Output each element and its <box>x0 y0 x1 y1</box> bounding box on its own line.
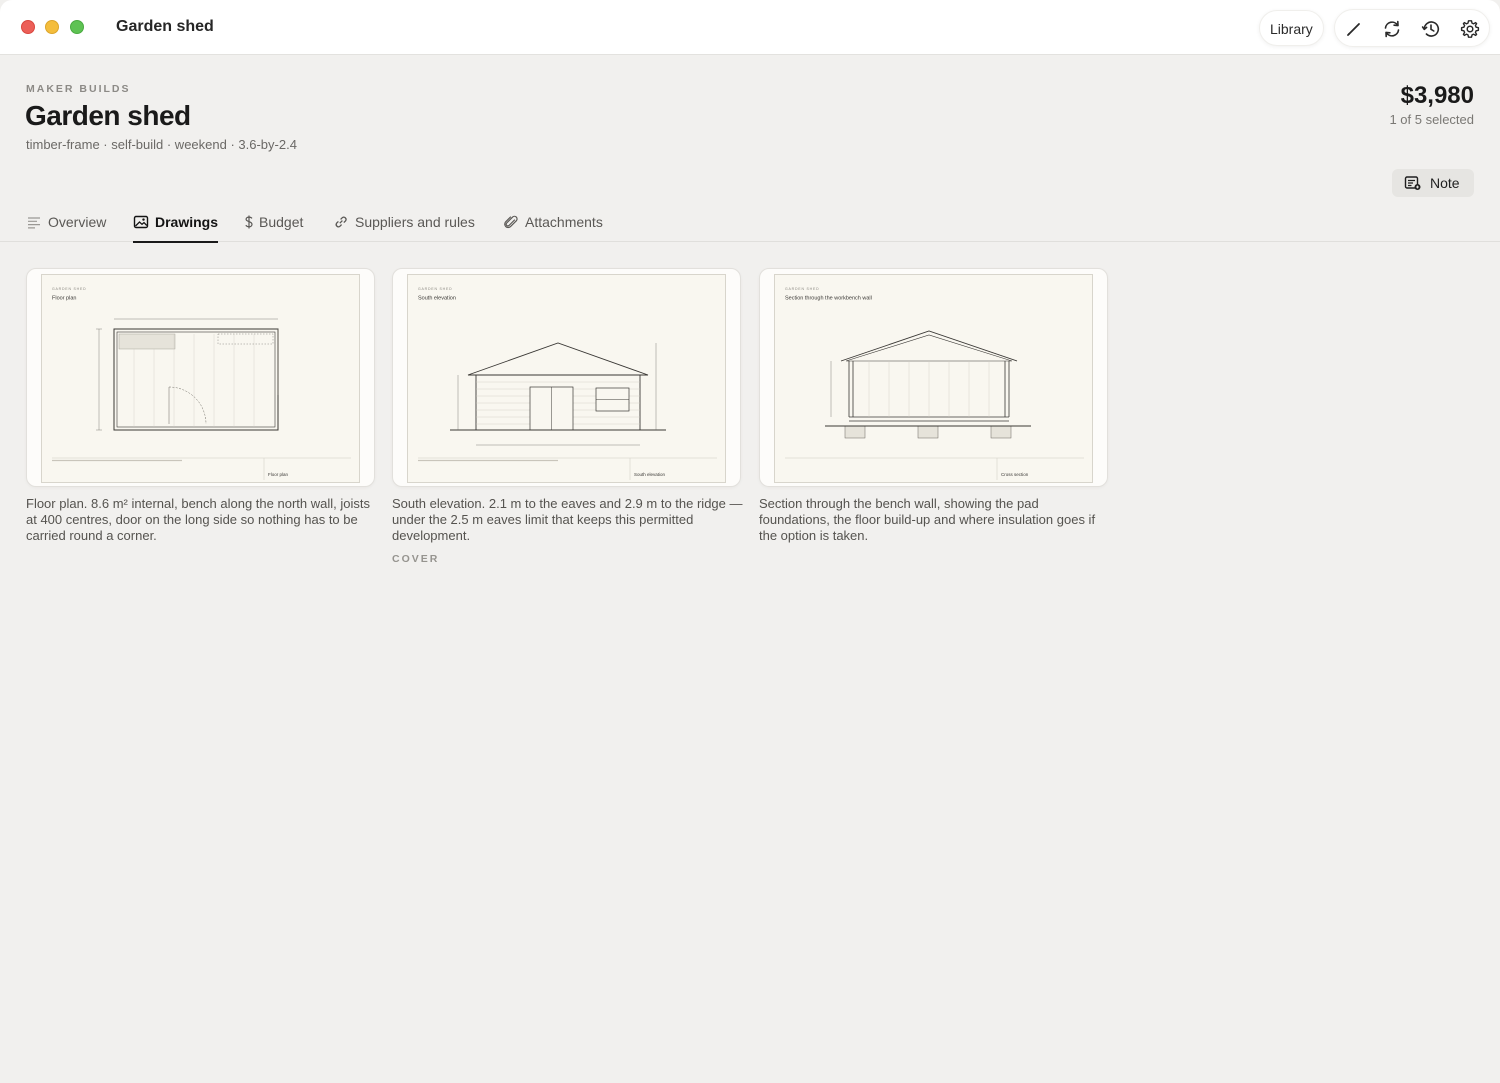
tab-suppliers-label: Suppliers and rules <box>355 214 475 230</box>
title-bar: Garden shed Library <box>0 0 1500 55</box>
drawing-sheet: GARDEN SHED Floor plan Floor plan <box>41 274 360 483</box>
tab-drawings-label: Drawings <box>155 214 219 230</box>
drawing-card-floor-plan[interactable]: GARDEN SHED Floor plan Floor plan <box>26 268 375 487</box>
section-eyebrow: MAKER BUILDS <box>26 83 131 95</box>
note-icon <box>1404 175 1422 191</box>
image-icon <box>133 215 149 229</box>
dollar-icon <box>244 215 254 229</box>
drawing-card-cross-section[interactable]: GARDEN SHED Section through the workbenc… <box>759 268 1108 487</box>
close-window-button[interactable] <box>21 20 35 34</box>
tab-drawings[interactable]: Drawings <box>133 214 219 243</box>
sync-icon[interactable] <box>1381 18 1403 40</box>
sheet-project-label: GARDEN SHED <box>418 287 452 291</box>
page-title: Garden shed <box>25 100 191 131</box>
tab-overview-label: Overview <box>48 214 107 230</box>
selection-count: 1 of 5 selected <box>1389 112 1474 127</box>
history-icon[interactable] <box>1420 18 1442 40</box>
drawing-caption-floor-plan: Floor plan. 8.6 m² internal, bench along… <box>26 496 370 543</box>
tab-bar: Overview Drawings Budget Suppliers and r… <box>0 206 1500 243</box>
pencil-icon[interactable] <box>1343 18 1365 40</box>
sheet-project-label: GARDEN SHED <box>52 287 86 291</box>
sheet-title: Section through the workbench wall <box>785 296 872 302</box>
sheet-title: Floor plan <box>52 296 76 302</box>
tab-budget-label: Budget <box>259 214 304 230</box>
tab-attachments-label: Attachments <box>525 214 603 230</box>
titleblock-label: South elevation <box>634 472 666 477</box>
minimize-window-button[interactable] <box>45 20 59 34</box>
window-title: Garden shed <box>116 18 214 35</box>
note-button-label: Note <box>1430 175 1460 191</box>
tab-suppliers[interactable]: Suppliers and rules <box>333 214 475 242</box>
toolbar-icon-group <box>1334 9 1490 47</box>
sheet-project-label: GARDEN SHED <box>785 287 819 291</box>
drawing-caption-cross-section: Section through the bench wall, showing … <box>759 496 1096 543</box>
project-tags: timber-frame · self-build · weekend · 3.… <box>26 137 297 152</box>
drawing-card-south-elevation[interactable]: GARDEN SHED South elevation South elevat… <box>392 268 741 487</box>
tab-budget[interactable]: Budget <box>244 214 303 242</box>
sheet-title: South elevation <box>418 296 456 302</box>
library-button[interactable]: Library <box>1259 10 1324 46</box>
gear-icon[interactable] <box>1459 18 1481 40</box>
lines-icon <box>26 215 42 229</box>
drawing-caption-south-elevation: South elevation. 2.1 m to the eaves and … <box>392 496 743 543</box>
tab-attachments[interactable]: Attachments <box>503 214 603 242</box>
link-icon <box>333 215 349 229</box>
titleblock-label: Cross section <box>1001 472 1029 477</box>
titleblock-label: Floor plan <box>268 472 289 477</box>
cover-badge: COVER <box>392 553 440 565</box>
paperclip-icon <box>503 215 519 229</box>
app-window: Garden shed Library MAKER BUILDS Garden … <box>0 0 1500 1083</box>
note-button[interactable]: Note <box>1392 169 1474 197</box>
drawing-sheet: GARDEN SHED South elevation South elevat… <box>407 274 726 483</box>
maximize-window-button[interactable] <box>70 20 84 34</box>
drawing-sheet: GARDEN SHED Section through the workbenc… <box>774 274 1093 483</box>
total-price: $3,980 <box>1400 82 1474 109</box>
tab-overview[interactable]: Overview <box>26 214 106 242</box>
